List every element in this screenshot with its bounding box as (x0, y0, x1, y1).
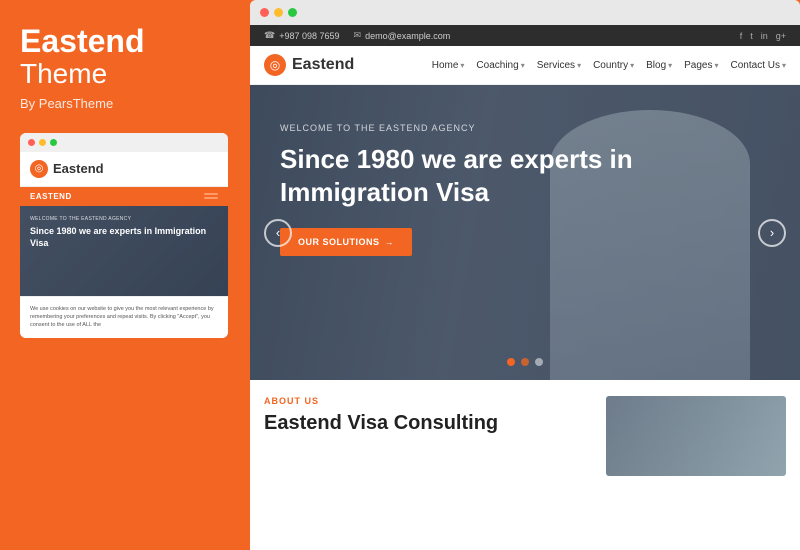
mini-hero-section: WELCOME TO THE EASTEND AGENCY Since 1980… (20, 206, 228, 296)
mini-browser-preview: ◎ Eastend EASTEND WELCOME TO THE EASTEND… (20, 133, 228, 338)
chrome-dot-green (288, 8, 297, 17)
chevron-down-icon: ▾ (630, 61, 634, 70)
hero-dot-2[interactable] (521, 358, 529, 366)
mini-dot-yellow (39, 139, 46, 146)
mini-nav-title: EASTEND (30, 192, 72, 201)
linkedin-icon[interactable]: in (761, 31, 768, 41)
nav-item-home[interactable]: Home ▾ (432, 60, 465, 71)
hero-welcome-text: WELCOME TO THE EASTEND AGENCY (280, 123, 770, 133)
mini-nav-bar: EASTEND (20, 187, 228, 206)
mini-cookie-notice: We use cookies on our website to give yo… (20, 296, 228, 338)
hero-prev-arrow[interactable]: ‹ (264, 219, 292, 247)
main-nav: ◎ Eastend Home ▾ Coaching ▾ Services ▾ C… (250, 46, 800, 85)
chevron-left-icon: ‹ (276, 225, 280, 240)
about-us-label: ABOUT US (264, 396, 586, 406)
nav-item-contact[interactable]: Contact Us ▾ (731, 60, 786, 71)
twitter-icon[interactable]: t (750, 31, 753, 41)
nav-item-coaching[interactable]: Coaching ▾ (476, 60, 524, 71)
chrome-dot-yellow (274, 8, 283, 17)
facebook-icon[interactable]: f (740, 31, 743, 41)
chevron-down-icon: ▾ (782, 61, 786, 70)
nav-item-services[interactable]: Services ▾ (537, 60, 581, 71)
our-solutions-button[interactable]: OUR SOLUTIONS → (280, 228, 412, 256)
image-overlay (606, 396, 786, 476)
hero-content: WELCOME TO THE EASTEND AGENCY Since 1980… (250, 85, 800, 276)
mini-browser-body: ◎ Eastend EASTEND WELCOME TO THE EASTEND… (20, 152, 228, 338)
left-panel: Eastend Theme By PearsTheme ◎ Eastend EA… (0, 0, 248, 550)
below-hero-section: ABOUT US Eastend Visa Consulting (250, 380, 800, 492)
nav-brand-text: Eastend (292, 56, 354, 74)
nav-globe-icon: ◎ (264, 54, 286, 76)
hero-section: WELCOME TO THE EASTEND AGENCY Since 1980… (250, 85, 800, 380)
mini-hamburger-line (204, 197, 218, 199)
mini-dot-green (50, 139, 57, 146)
hero-dot-1[interactable] (507, 358, 515, 366)
hero-next-arrow[interactable]: › (758, 219, 786, 247)
mini-dot-red (28, 139, 35, 146)
our-solutions-label: OUR SOLUTIONS (298, 237, 380, 247)
top-bar-left: ☎ +987 098 7659 ✉ demo@example.com (264, 30, 450, 41)
about-us-text: ABOUT US Eastend Visa Consulting (264, 396, 606, 435)
nav-item-blog[interactable]: Blog ▾ (646, 60, 672, 71)
email-icon: ✉ (354, 30, 362, 41)
top-bar: ☎ +987 098 7659 ✉ demo@example.com f t i… (250, 25, 800, 46)
chrome-dot-red (260, 8, 269, 17)
chevron-down-icon: ▾ (577, 61, 581, 70)
phone-number: +987 098 7659 (279, 31, 339, 41)
chevron-down-icon: ▾ (715, 61, 719, 70)
brand-name-bold: Eastend (20, 24, 228, 59)
mini-hamburger-line (204, 193, 218, 195)
phone-icon: ☎ (264, 30, 275, 41)
nav-links: Home ▾ Coaching ▾ Services ▾ Country ▾ B… (432, 60, 786, 71)
email-info: ✉ demo@example.com (354, 30, 451, 41)
hero-dots (507, 358, 543, 366)
about-us-title: Eastend Visa Consulting (264, 411, 586, 435)
chevron-down-icon: ▾ (668, 61, 672, 70)
about-us-image (606, 396, 786, 476)
mini-browser-bar (20, 133, 228, 152)
right-panel-browser: ☎ +987 098 7659 ✉ demo@example.com f t i… (250, 0, 800, 550)
hero-dot-3[interactable] (535, 358, 543, 366)
mini-welcome-text: WELCOME TO THE EASTEND AGENCY (30, 216, 218, 222)
brand-name-light: Theme (20, 59, 228, 90)
chevron-down-icon: ▾ (521, 61, 525, 70)
nav-item-pages[interactable]: Pages ▾ (684, 60, 718, 71)
google-icon[interactable]: g+ (776, 31, 786, 41)
nav-item-country[interactable]: Country ▾ (593, 60, 634, 71)
hero-title: Since 1980 we are experts in Immigration… (280, 143, 660, 208)
mini-logo-bar: ◎ Eastend (20, 152, 228, 187)
nav-logo: ◎ Eastend (264, 54, 354, 76)
mini-hamburger-icon (204, 193, 218, 199)
arrow-right-icon: → (385, 237, 395, 247)
browser-chrome (250, 0, 800, 25)
mini-hero-title: Since 1980 we are experts in Immigration… (30, 226, 218, 249)
mini-cookie-text: We use cookies on our website to give yo… (30, 305, 218, 330)
phone-info: ☎ +987 098 7659 (264, 30, 340, 41)
email-address: demo@example.com (365, 31, 450, 41)
by-line: By PearsTheme (20, 96, 228, 111)
social-icons: f t in g+ (740, 31, 786, 41)
mini-globe-icon: ◎ (30, 160, 48, 178)
chevron-down-icon: ▾ (460, 61, 464, 70)
mini-logo-text: Eastend (53, 161, 104, 176)
chevron-right-icon: › (770, 225, 774, 240)
